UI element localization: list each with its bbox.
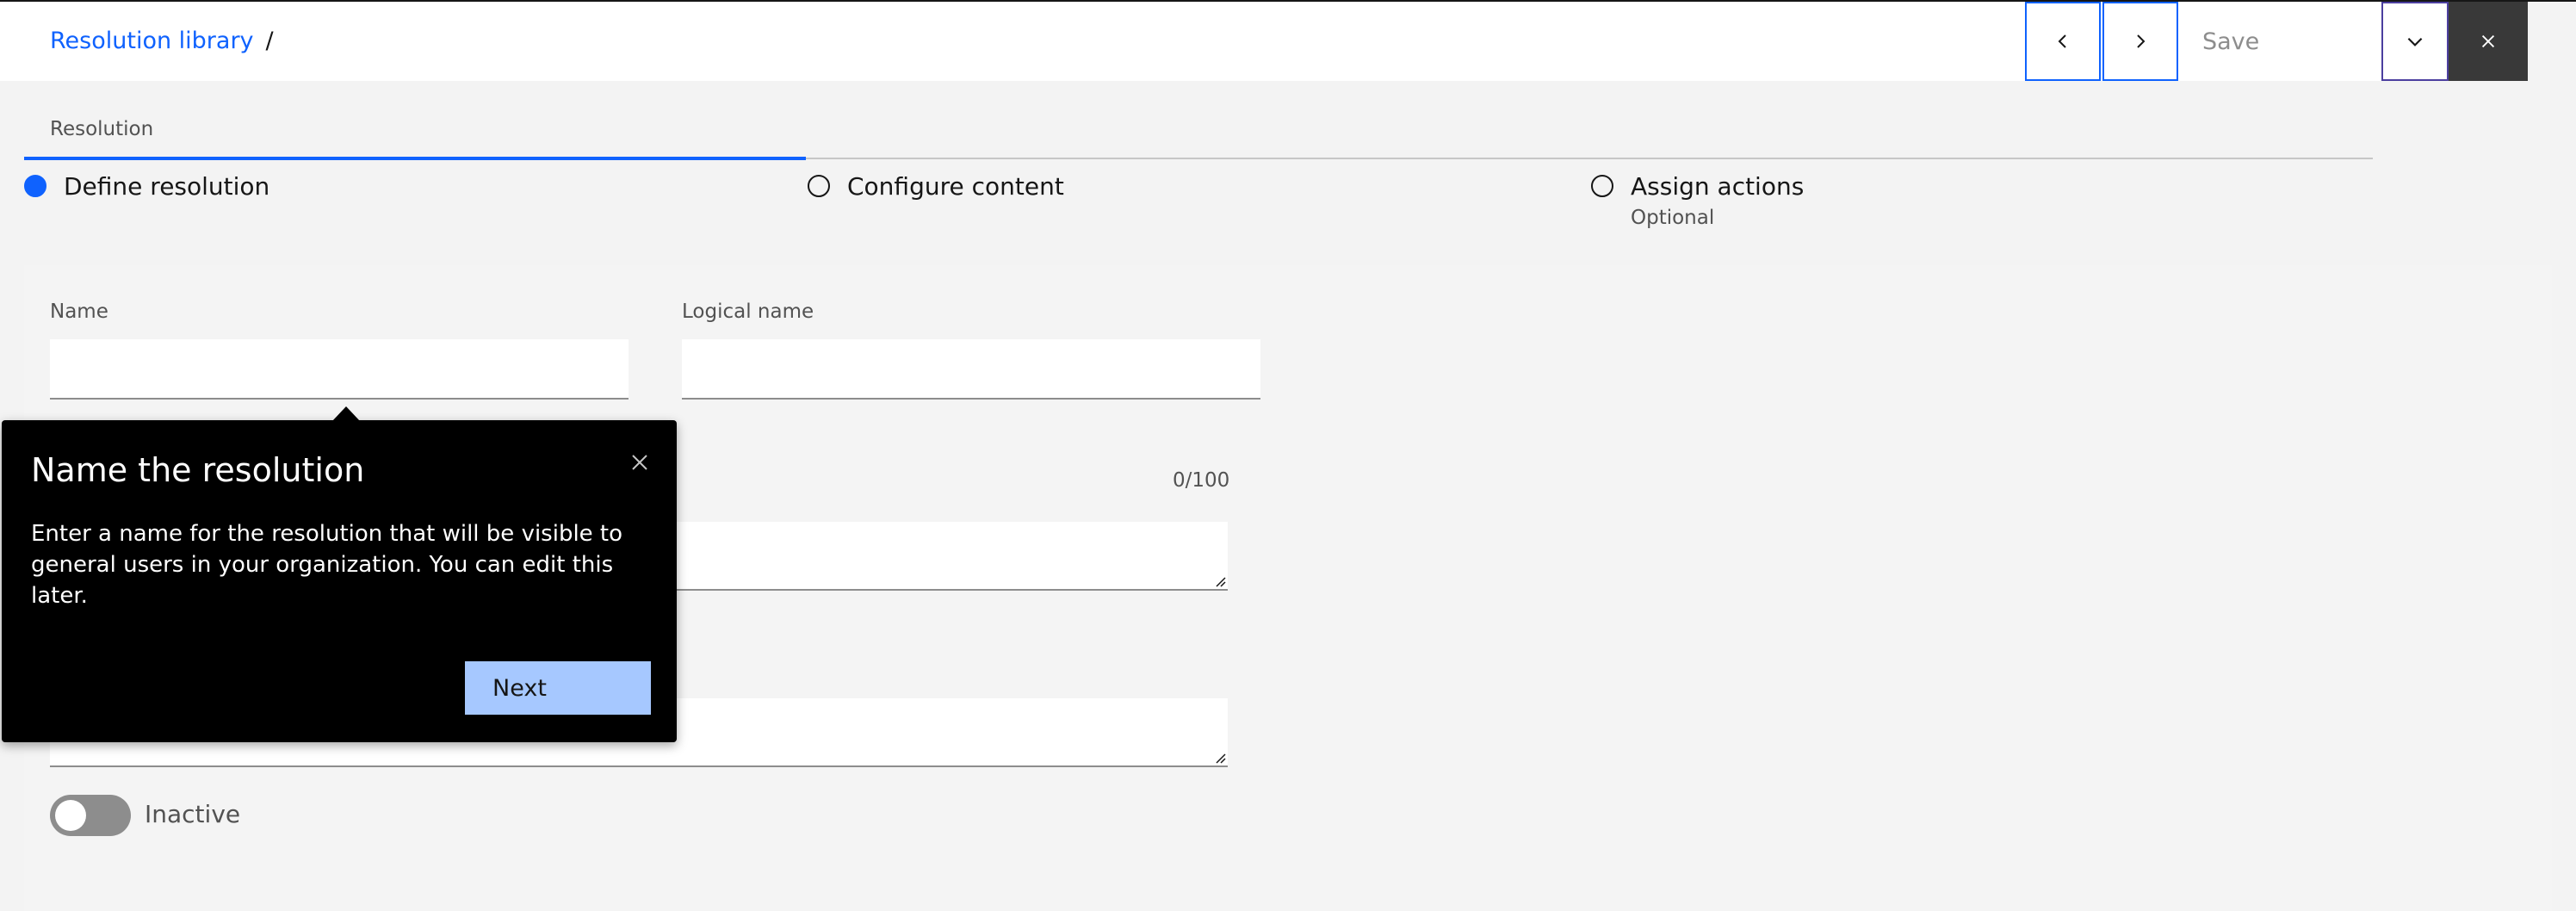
- breadcrumb: Resolution library /: [50, 28, 274, 54]
- previous-button[interactable]: [2025, 2, 2101, 81]
- popover-caret: [332, 406, 360, 421]
- step-incomplete-icon: [808, 175, 830, 197]
- onboarding-popover: Name the resolution Enter a name for the…: [2, 420, 677, 742]
- breadcrumb-separator: /: [265, 28, 274, 54]
- name-label: Name: [50, 301, 108, 323]
- popover-next-button[interactable]: Next: [465, 661, 651, 715]
- next-button[interactable]: [2102, 2, 2178, 81]
- resize-handle-icon[interactable]: [1214, 575, 1226, 587]
- step-label: Assign actions: [1631, 172, 1805, 201]
- breadcrumb-link-resolution-library[interactable]: Resolution library: [50, 28, 254, 54]
- step-sublabel: Optional: [1631, 207, 1715, 229]
- chevron-left-icon: [2058, 34, 2066, 48]
- name-input[interactable]: [50, 339, 629, 400]
- chevron-down-icon: [2407, 37, 2423, 46]
- close-icon: [2481, 34, 2495, 48]
- popover-close-button[interactable]: [625, 448, 654, 477]
- popover-body: Enter a name for the resolution that wil…: [31, 521, 623, 609]
- logical-name-label: Logical name: [682, 301, 814, 323]
- step-define-resolution[interactable]: Define resolution: [24, 172, 269, 201]
- save-button[interactable]: Save: [2180, 2, 2381, 81]
- header-gap: [2528, 2, 2576, 81]
- step-configure-content[interactable]: Configure content: [808, 172, 1064, 201]
- close-button[interactable]: [2449, 2, 2528, 81]
- logical-name-input[interactable]: [682, 339, 1260, 400]
- toggle-label: Inactive: [145, 800, 241, 828]
- resize-handle-icon[interactable]: [1214, 752, 1226, 764]
- chevron-right-icon: [2137, 34, 2146, 48]
- step-incomplete-icon: [1591, 175, 1613, 197]
- popover-title: Name the resolution: [31, 451, 365, 489]
- progress-track-active: [24, 157, 806, 160]
- section-label: Resolution: [50, 118, 154, 140]
- save-options-dropdown-button[interactable]: [2381, 2, 2449, 81]
- close-icon: [632, 455, 647, 470]
- step-assign-actions[interactable]: Assign actions Optional: [1591, 172, 1804, 229]
- step-label: Define resolution: [64, 172, 270, 201]
- character-counter: 0/100: [1173, 469, 1230, 492]
- step-current-icon: [24, 175, 46, 197]
- step-label: Configure content: [847, 172, 1064, 201]
- active-toggle[interactable]: [50, 795, 131, 836]
- toggle-knob: [55, 800, 86, 831]
